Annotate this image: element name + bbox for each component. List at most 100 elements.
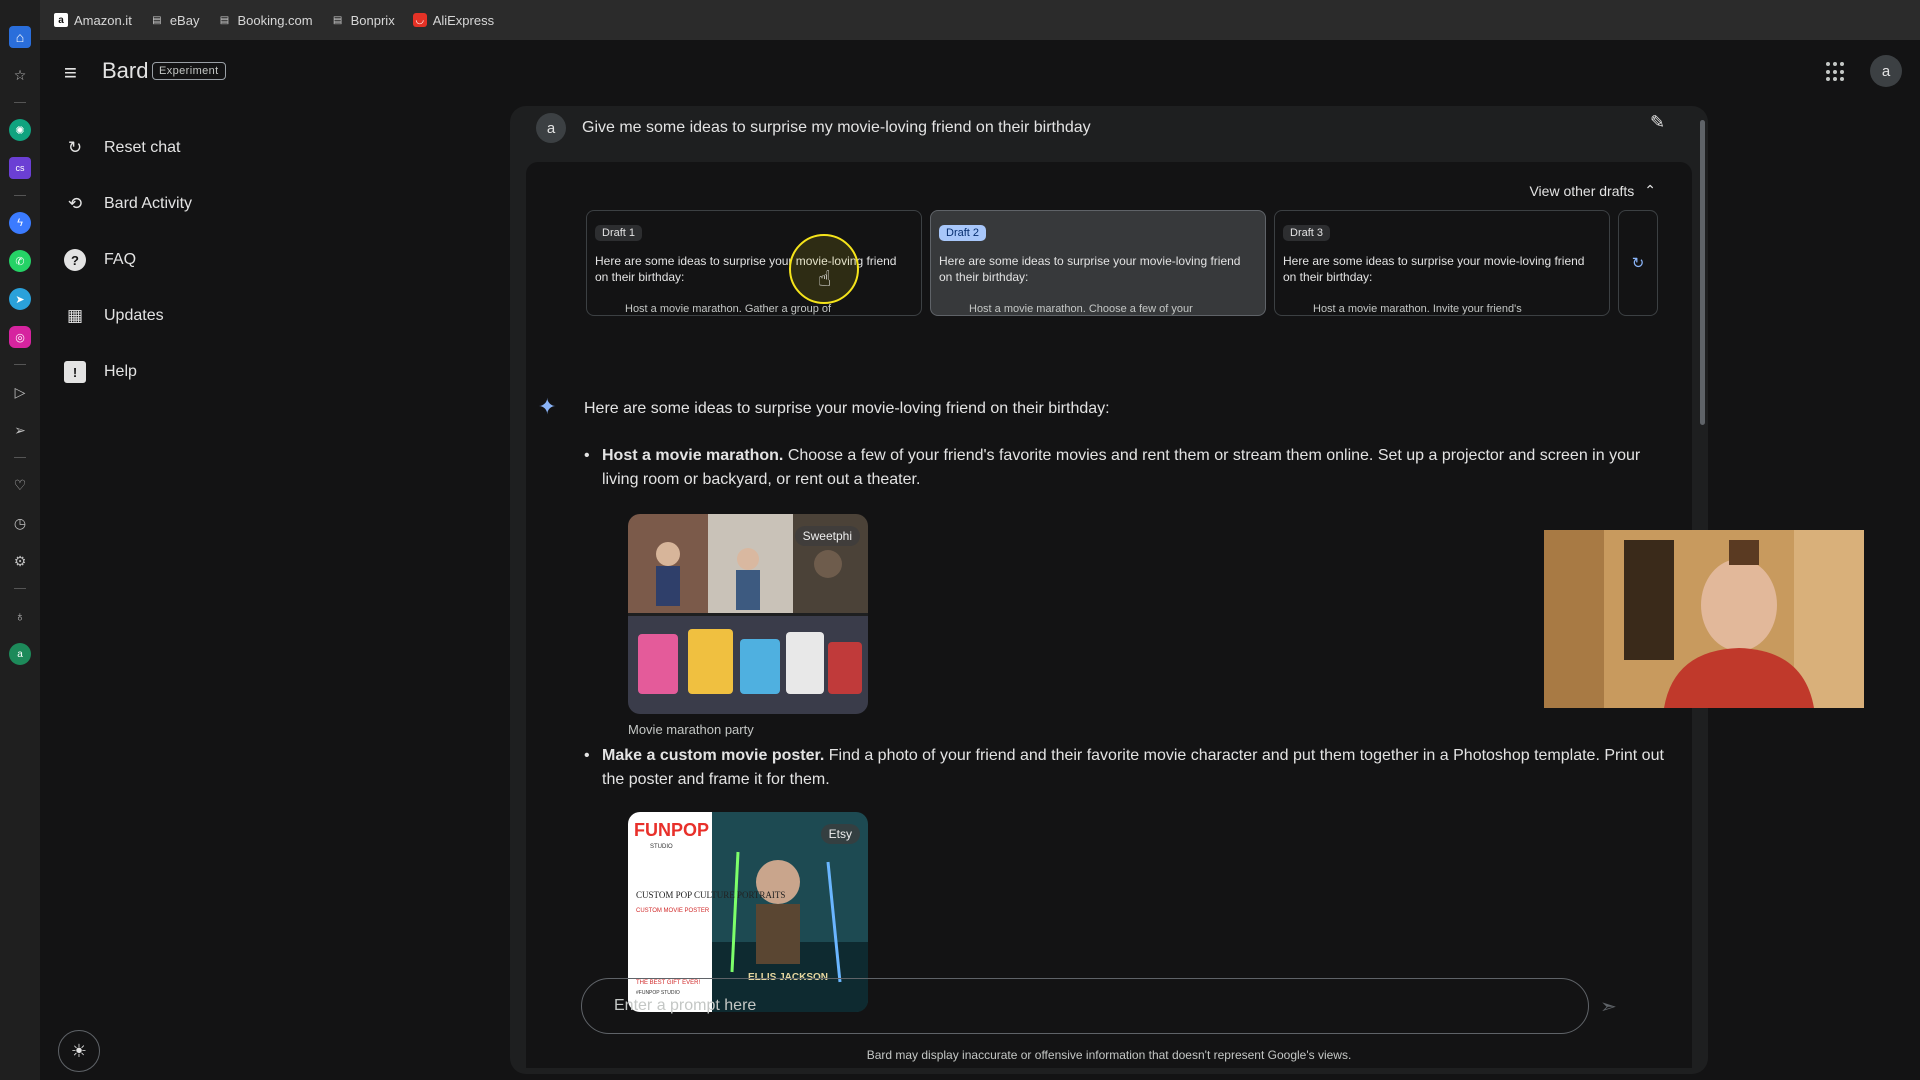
home-icon[interactable]: ⌂: [9, 26, 31, 48]
aliexpress-icon: ◡: [412, 13, 427, 27]
image-source-chip[interactable]: Sweetphi: [794, 526, 860, 546]
draft-chip: Draft 1: [595, 225, 643, 241]
sidebar-item-bard-activity[interactable]: ⟲ Bard Activity: [60, 176, 360, 232]
user-avatar: a: [536, 113, 566, 143]
poster-headline: CUSTOM POP CULTURE PORTRAITS: [636, 890, 785, 900]
image-source-chip[interactable]: Etsy: [820, 824, 860, 844]
cs-app-icon[interactable]: cs: [9, 157, 31, 179]
bookmark-label: AliExpress: [432, 12, 495, 28]
telegram-icon[interactable]: ➤: [9, 288, 31, 310]
draft-chip: Draft 3: [1283, 225, 1331, 241]
view-drafts-label: View other drafts: [1529, 182, 1635, 199]
regenerate-drafts-button[interactable]: ↻: [1618, 210, 1658, 316]
rail-divider: [14, 588, 26, 589]
bookmark-label: Bonprix: [350, 12, 395, 28]
view-drafts-toggle[interactable]: View other drafts ⌃: [1529, 182, 1656, 199]
bookmark-label: Amazon.it: [74, 12, 132, 28]
webcam-overlay: [1544, 530, 1864, 708]
player-icon[interactable]: ▷: [9, 381, 31, 403]
poster-sub: CUSTOM MOVIE POSTER: [636, 908, 710, 914]
sidebar-item-label: Help: [104, 363, 137, 380]
document-icon: ▤: [332, 14, 343, 26]
drafts-row: Draft 1 Here are some ideas to surprise …: [586, 210, 1658, 316]
heart-icon[interactable]: ♡: [9, 474, 31, 496]
document-icon: ▤: [152, 14, 162, 26]
chevron-up-icon: ⌃: [1644, 182, 1656, 198]
bard-sparkle-icon: ✦: [538, 394, 557, 419]
sidebar-item-label: FAQ: [104, 251, 137, 268]
conversation-panel: a Give me some ideas to surprise my movi…: [510, 106, 1708, 1074]
idea-item-2: Make a custom movie poster. Find a photo…: [584, 744, 1672, 792]
history-icon: ⟲: [67, 194, 83, 213]
idea-title: Host a movie marathon.: [602, 447, 784, 464]
draft-card-1[interactable]: Draft 1 Here are some ideas to surprise …: [586, 210, 922, 316]
bookmark-bonprix[interactable]: ▤ Bonprix: [331, 13, 395, 28]
rail-divider: [14, 102, 26, 103]
poster-studio: STUDIO: [650, 844, 673, 850]
draft-preview-more: Host a movie marathon. Gather a group of: [625, 303, 832, 315]
instagram-icon[interactable]: ◎: [9, 326, 31, 348]
draft-preview: Here are some ideas to surprise your mov…: [1283, 254, 1585, 284]
send-icon[interactable]: ➣: [1600, 994, 1617, 1019]
bookmark-label: Booking.com: [237, 12, 313, 28]
send-nav-icon[interactable]: ➢: [9, 419, 31, 441]
webcam-feed: [1544, 530, 1864, 708]
draft-preview-more: Host a movie marathon. Invite your frien…: [1313, 303, 1522, 315]
draft-card-2[interactable]: Draft 2 Here are some ideas to surprise …: [930, 210, 1266, 316]
draft-preview: Here are some ideas to surprise your mov…: [939, 254, 1241, 284]
draft-card-3[interactable]: Draft 3 Here are some ideas to surprise …: [1274, 210, 1610, 316]
calendar-icon: ▦: [66, 306, 84, 325]
bookmark-aliexpress[interactable]: ◡ AliExpress: [412, 12, 495, 28]
reset-icon: ↻: [67, 138, 83, 157]
prompt-input-box: [581, 978, 1589, 1034]
messenger-icon[interactable]: ϟ: [9, 212, 31, 234]
sidebar-item-help[interactable]: ! Help: [60, 344, 360, 400]
bookmark-amazon[interactable]: a Amazon.it: [54, 13, 132, 28]
bookmark-booking[interactable]: ▤ Booking.com: [217, 12, 313, 28]
sidebar-item-label: Bard Activity: [104, 195, 193, 212]
draft-chip: Draft 2: [939, 225, 987, 241]
star-icon[interactable]: ☆: [9, 64, 31, 86]
app-title: Bard: [102, 58, 149, 83]
menu-icon[interactable]: ≡: [64, 62, 86, 84]
user-prompt-row: a Give me some ideas to surprise my movi…: [536, 110, 1676, 146]
hand-cursor-icon: ☝: [818, 266, 832, 291]
sidebar-item-updates[interactable]: ▦ Updates: [60, 288, 360, 344]
profile-badge-icon[interactable]: a: [9, 643, 31, 665]
clock-icon[interactable]: ◷: [9, 512, 31, 534]
chatgpt-icon[interactable]: ✺: [9, 119, 31, 141]
image-caption: Movie marathon party: [628, 722, 754, 737]
browser-side-rail: ⌂ ☆ ✺ cs ϟ ✆ ➤ ◎ ▷ ➢ ♡ ◷ ⚙ ♁ a: [0, 0, 40, 1080]
idea-item-1: Host a movie marathon. Choose a few of y…: [584, 444, 1672, 492]
scrollbar-thumb[interactable]: [1700, 120, 1705, 425]
lightbulb-icon[interactable]: ♁: [9, 605, 31, 627]
bookmarks-bar: a Amazon.it ▤ eBay ▤ Booking.com ▤ Bonpr…: [40, 0, 1920, 40]
idea-title: Make a custom movie poster.: [602, 747, 825, 764]
sidebar-item-reset-chat[interactable]: ↻ Reset chat: [60, 120, 360, 176]
bookmark-ebay[interactable]: ▤ eBay: [150, 12, 200, 28]
sidebar-item-faq[interactable]: ? FAQ: [60, 232, 360, 288]
sun-icon: ☀: [70, 1040, 88, 1061]
theme-toggle-button[interactable]: ☀: [58, 1030, 100, 1072]
google-apps-icon[interactable]: [1826, 62, 1846, 82]
amazon-icon: a: [54, 13, 68, 27]
movie-marathon-image[interactable]: Sweetphi: [628, 514, 868, 714]
whatsapp-icon[interactable]: ✆: [9, 250, 31, 272]
question-icon: ?: [64, 249, 86, 271]
user-prompt-text: Give me some ideas to surprise my movie-…: [582, 119, 1091, 136]
account-avatar[interactable]: a: [1870, 55, 1902, 87]
prompt-input[interactable]: [614, 997, 1514, 1015]
sidebar-nav: ↻ Reset chat ⟲ Bard Activity ? FAQ ▦ Upd…: [60, 120, 360, 400]
experiment-badge: Experiment: [152, 62, 226, 80]
bookmark-label: eBay: [169, 12, 200, 28]
rail-divider: [14, 457, 26, 458]
rail-divider: [14, 364, 26, 365]
rail-divider: [14, 195, 26, 196]
response-intro: Here are some ideas to surprise your mov…: [584, 400, 1110, 417]
draft-preview-more: Host a movie marathon. Choose a few of y…: [969, 303, 1193, 315]
sidebar-item-label: Reset chat: [104, 139, 181, 156]
edit-pencil-icon[interactable]: ✎: [1650, 112, 1665, 133]
settings-icon[interactable]: ⚙: [9, 550, 31, 572]
feedback-icon: !: [64, 361, 86, 383]
bard-response: View other drafts ⌃ Draft 1 Here are som…: [526, 162, 1692, 1068]
